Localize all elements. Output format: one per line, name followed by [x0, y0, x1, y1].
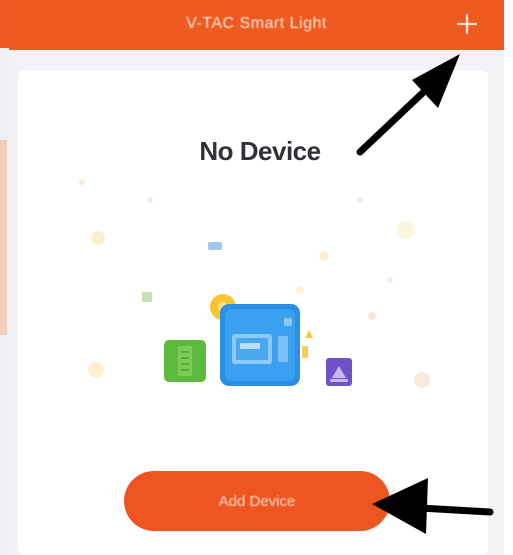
adjacent-content-strip — [0, 140, 7, 335]
app-title: V-TAC Smart Light — [186, 15, 327, 32]
devices-illustration — [79, 179, 430, 388]
plus-icon[interactable] — [453, 10, 481, 38]
app-header: V-TAC Smart Light — [9, 0, 504, 50]
adjacent-screen-edge — [0, 0, 9, 555]
add-device-button[interactable]: Add Device — [124, 471, 390, 531]
screenshot: V-TAC Smart Light No Device Add Device — [0, 0, 513, 555]
adjacent-header-strip — [0, 0, 9, 48]
add-device-label: Add Device — [218, 492, 296, 510]
